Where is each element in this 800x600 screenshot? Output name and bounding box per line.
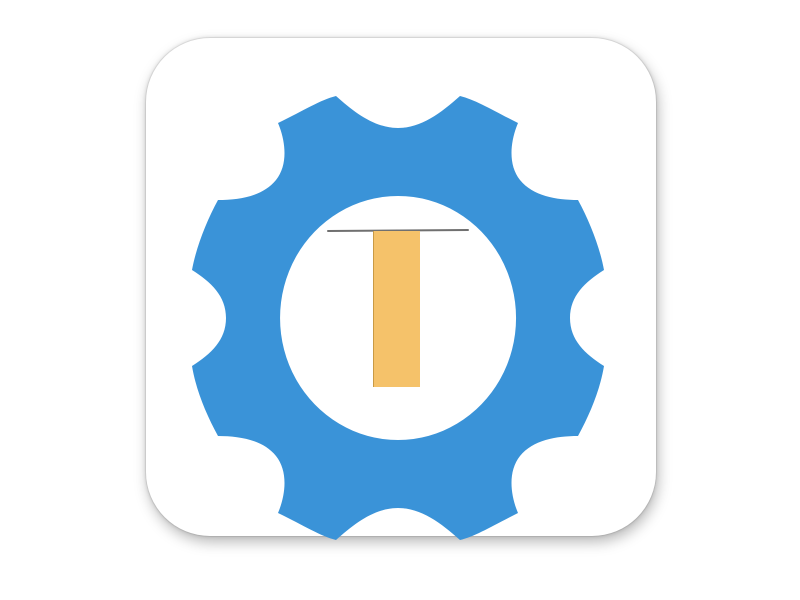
letter-t-stem <box>373 231 420 387</box>
letter-t-crossbar <box>327 229 469 232</box>
screenshot-canvas <box>0 0 800 600</box>
app-icon-artwork <box>192 96 604 540</box>
